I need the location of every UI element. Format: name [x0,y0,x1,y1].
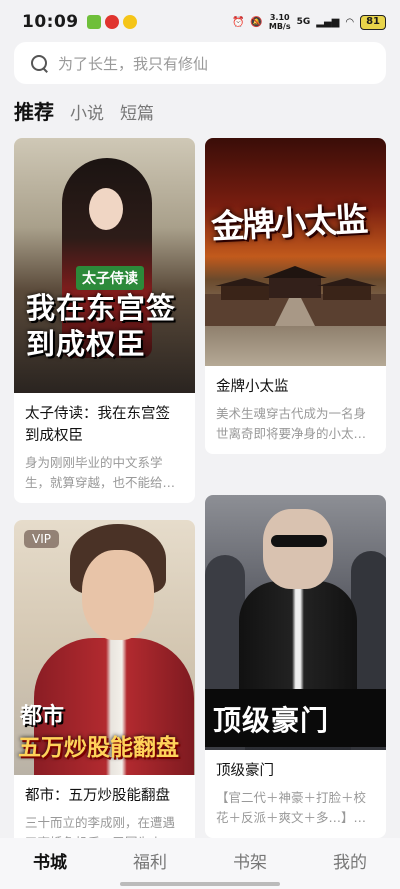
alarm-icon: ⏰ [231,16,245,28]
network-speed: 3.10 MB/s [268,13,291,31]
network-type: 5G [296,17,311,27]
cover-title: 我在东宫签到成权臣 [26,291,177,361]
signal-icon: ▂▄▆ [316,16,340,28]
category-tabs: 推荐 小说 短篇 [14,96,154,125]
palace-illustration [205,266,386,326]
book-description: 身为刚刚毕业的中文系学生，就算穿越，也不能给… [25,455,176,490]
system-icons: ⏰ 🔕 3.10 MB/s 5G ▂▄▆ ◠ 81 [232,13,386,31]
book-cover: 金牌小太监 [205,138,386,366]
book-cover: 顶级豪门 [205,495,386,750]
tab-short[interactable]: 短篇 [120,99,154,124]
mute-icon: 🔕 [250,16,263,28]
book-card[interactable]: 太子侍读 我在东宫签到成权臣 太子侍读：我在东宫签到成权臣 身为刚刚毕业的中文系… [14,138,195,503]
search-icon [30,54,48,72]
music-app-icon [104,15,119,29]
search-placeholder: 为了长生，我只有修仙 [58,54,209,73]
search-bar[interactable]: 为了长生，我只有修仙 [14,42,386,84]
book-card[interactable]: VIP 都市 五万炒股能翻盘 都市：五万炒股能翻盘 三十而立的李成刚，在遭遇了离… [14,520,195,863]
tab-recommend[interactable]: 推荐 [14,96,54,125]
vip-badge: VIP [24,530,59,548]
book-description: 美术生魂穿古代成为一名身世离奇即将要净身的小太… [216,406,367,441]
cover-title: 五万炒股能翻盘 [18,735,179,761]
cover-title: 金牌小太监 [210,199,368,247]
status-bar: 10:09 ⏰ 🔕 3.10 MB/s 5G ▂▄▆ ◠ 81 [0,0,400,44]
cover-title: 顶级豪门 [213,704,330,737]
book-card[interactable]: 顶级豪门 顶级豪门 【官二代＋神豪＋打脸＋校花＋反派＋爽文＋多…】… [205,495,386,838]
notification-icons [86,15,137,29]
book-title: 金牌小太监 [216,379,289,395]
status-time: 10:09 [22,12,79,32]
nav-bookstore[interactable]: 书城 [0,838,100,889]
cover-badge: 太子侍读 [76,266,144,290]
book-title: 都市：五万炒股能翻盘 [25,788,170,804]
book-cover: VIP 都市 五万炒股能翻盘 [14,520,195,775]
book-cover: 太子侍读 我在东宫签到成权臣 [14,138,195,393]
nav-profile[interactable]: 我的 [300,838,400,889]
app-notification-icon [86,15,101,29]
book-title: 太子侍读：我在东宫签到成权臣 [25,406,170,444]
tab-novel[interactable]: 小说 [70,99,104,124]
cover-genre: 都市 [20,704,65,729]
chat-app-icon [122,15,137,29]
book-description: 【官二代＋神豪＋打脸＋校花＋反派＋爽文＋多…】… [216,790,367,825]
wifi-icon: ◠ [345,16,355,28]
book-title: 顶级豪门 [216,763,274,779]
battery-icon: 81 [360,14,386,30]
home-indicator[interactable] [120,882,280,886]
book-card[interactable]: 金牌小太监 金牌小太监 美术生魂穿古代成为一名身世离奇即将要净身的小太… [205,138,386,454]
